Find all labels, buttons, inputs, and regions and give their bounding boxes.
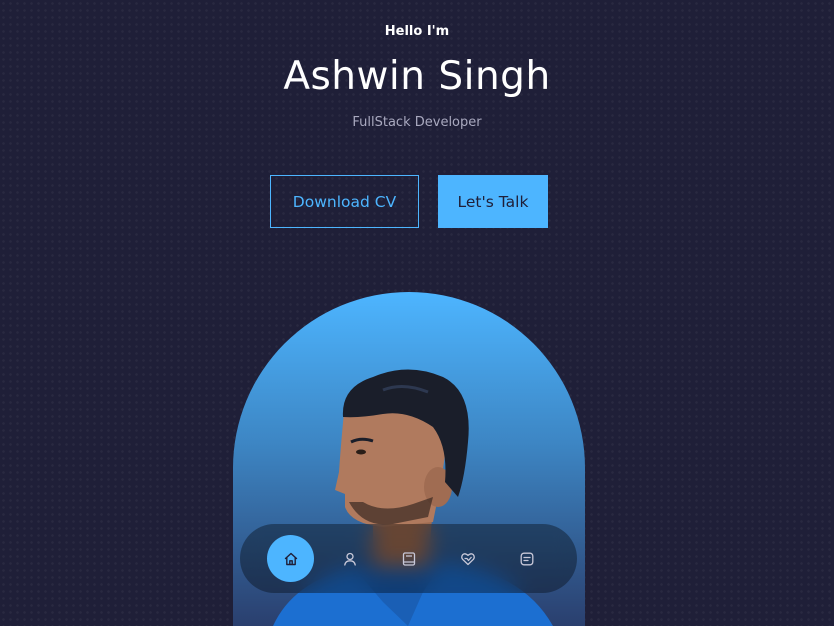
nav-services[interactable] <box>444 535 491 582</box>
download-cv-button[interactable]: Download CV <box>270 175 419 228</box>
book-icon <box>402 551 415 566</box>
nav-contact[interactable] <box>503 535 550 582</box>
nav-about[interactable] <box>326 535 373 582</box>
message-icon <box>520 552 533 565</box>
home-icon <box>284 552 297 565</box>
nav-experience[interactable] <box>385 535 432 582</box>
user-icon <box>343 552 356 566</box>
page-title: Ashwin Singh <box>283 54 551 99</box>
services-icon <box>460 552 475 565</box>
nav-home[interactable] <box>267 535 314 582</box>
greeting-text: Hello I'm <box>384 24 450 39</box>
lets-talk-button[interactable]: Let's Talk <box>438 175 548 228</box>
role-subtitle: FullStack Developer <box>352 115 482 130</box>
bottom-nav <box>240 524 577 593</box>
